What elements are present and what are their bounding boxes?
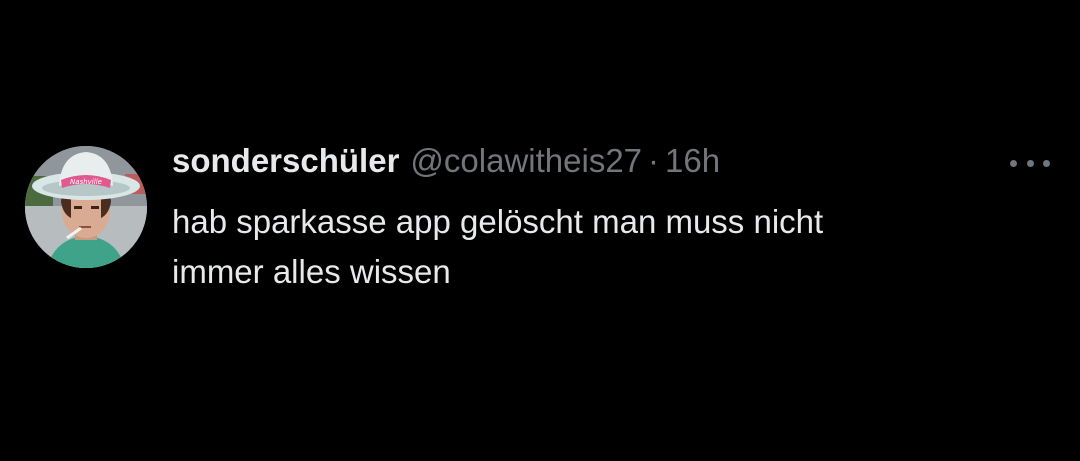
more-dot: [1043, 159, 1050, 167]
display-name[interactable]: sonderschüler: [172, 142, 399, 180]
tweet-text: hab sparkasse app gelöscht man muss nich…: [172, 203, 824, 290]
more-dot: [1026, 159, 1034, 167]
tweet[interactable]: Nashville sonderschüler @colawitheis27 ·…: [0, 0, 1080, 461]
timestamp[interactable]: 16h: [665, 142, 720, 180]
more-horizontal-icon[interactable]: [1010, 153, 1050, 173]
tweet-header: sonderschüler @colawitheis27 · 16h: [172, 142, 720, 192]
avatar-photo: Nashville: [25, 146, 147, 268]
hat-band-text: Nashville: [70, 178, 102, 186]
avatar[interactable]: Nashville: [25, 146, 147, 268]
separator-dot: ·: [648, 142, 660, 179]
more-dot: [1010, 159, 1017, 167]
user-handle[interactable]: @colawitheis27: [410, 142, 642, 180]
